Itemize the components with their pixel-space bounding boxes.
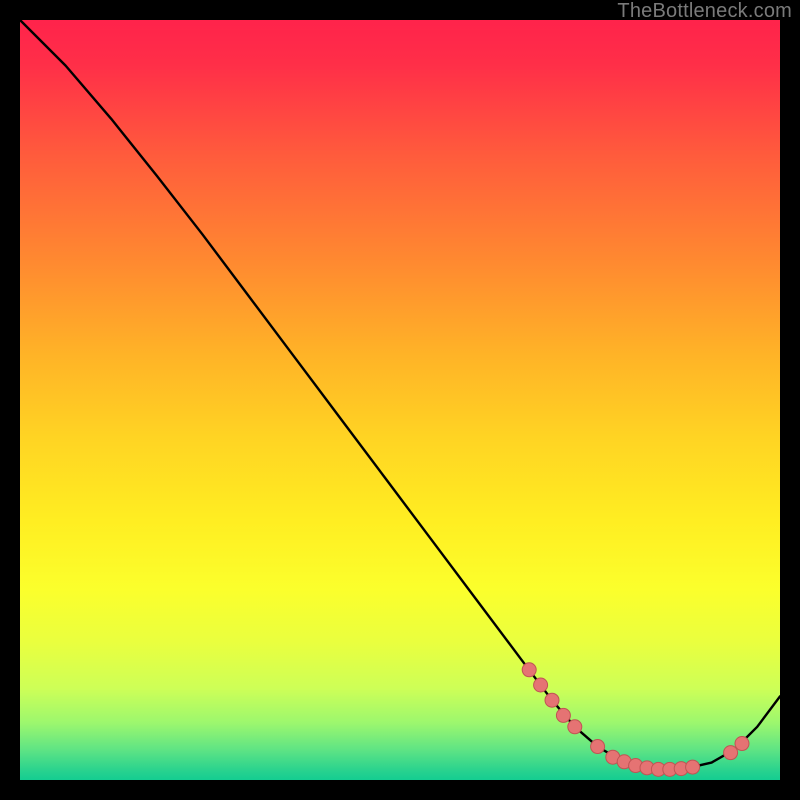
chart-stage: TheBottleneck.com xyxy=(0,0,800,800)
curve-marker xyxy=(545,693,559,707)
curve-marker xyxy=(522,663,536,677)
curve-marker xyxy=(534,678,548,692)
bottleneck-curve xyxy=(20,20,780,769)
curve-marker xyxy=(556,708,570,722)
curve-marker xyxy=(591,740,605,754)
plot-area xyxy=(20,20,780,780)
curve-layer xyxy=(20,20,780,780)
curve-marker xyxy=(568,720,582,734)
curve-marker xyxy=(724,746,738,760)
curve-marker xyxy=(735,737,749,751)
curve-marker xyxy=(686,760,700,774)
